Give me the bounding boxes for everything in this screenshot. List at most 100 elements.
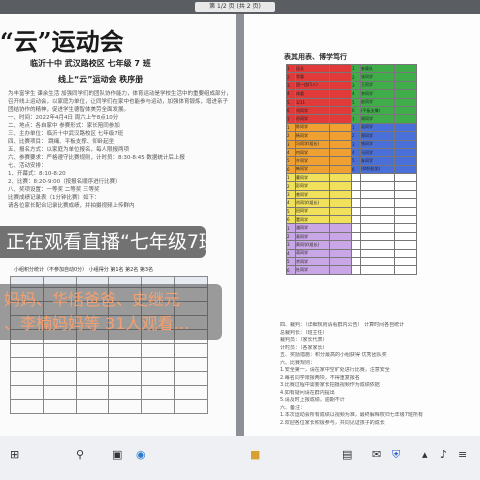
taskview-icon[interactable]: ▣ [112, 448, 122, 461]
grid-cell [329, 248, 352, 259]
grid-cell [329, 198, 352, 208]
grid-cell: 2 [351, 72, 361, 82]
grid-cell [351, 231, 361, 242]
grid-row: 4 何同学 4 马同学 [286, 147, 417, 158]
grid-cell [394, 215, 417, 225]
grid-cell: 4 [351, 89, 361, 99]
store-icon[interactable]: ▤ [342, 448, 352, 461]
grid-cell [394, 198, 417, 208]
grid-cell [394, 248, 417, 259]
grid-cell [351, 206, 361, 217]
grid-row: 2 杨同学 2 郑同学 [286, 131, 417, 141]
grid-cell [329, 265, 352, 275]
grid-cell [329, 131, 352, 141]
grid-cell: 3 [286, 80, 296, 91]
document-page-right: 表其用表、博学笃行 1 班长 1 参赛队 2 学委 2 张同学 3 团一组(5人) 3 王同学 4 体委 4… [244, 14, 480, 436]
edge-icon[interactable]: ◉ [136, 448, 146, 461]
grid-cell [351, 223, 361, 233]
grid-cell [394, 181, 417, 191]
grid-cell: 许同学 [295, 156, 330, 166]
windows-icon[interactable]: ⊞ [10, 448, 19, 461]
grid-cell: 马同学 [360, 147, 395, 158]
grid-row: 6 韩同学 6 (仰卧起坐) [286, 164, 417, 175]
grid-cell [329, 89, 352, 99]
grid-cell: 冯同学(组长) [295, 139, 330, 149]
folder-icon[interactable]: ■ [250, 448, 260, 461]
grid-cell [351, 198, 361, 208]
search-icon[interactable]: ⚲ [76, 448, 84, 461]
grid-cell [351, 265, 361, 275]
grid-cell: 刘同学 [295, 105, 330, 116]
grid-cell [351, 240, 361, 250]
grid-cell [394, 105, 417, 116]
participant-grid: 1 班长 1 参赛队 2 学委 2 张同学 3 团一组(5人) 3 王同学 4 体委 4 李同学 5 3/11 5 赵… [286, 63, 417, 275]
grid-cell: 6 [351, 105, 361, 116]
grid-cell [329, 189, 352, 200]
grid-cell: 曹同学 [295, 173, 330, 183]
grid-cell: 4 [286, 198, 296, 208]
grid-cell [351, 215, 361, 225]
grid-row: 5 余同学 [286, 256, 417, 267]
grid-cell: 王同学 [360, 80, 395, 91]
paragraph-line: 1、开幕式：8:10-8:20 [8, 171, 66, 177]
grid-cell [394, 164, 417, 175]
grid-cell: 彭同学 [295, 181, 330, 191]
grid-cell [360, 181, 395, 191]
grid-row: 6 杜同学 [286, 265, 417, 275]
grid-cell: 体委 [295, 89, 330, 99]
grid-cell [329, 139, 352, 149]
grid-cell [394, 147, 417, 158]
body-paragraph: 为丰富学生 课余生活 加强同学们的团队协作能力，体育运动是学校生活中的重要组成部… [8, 90, 228, 210]
grid-cell: 赵同学 [360, 97, 395, 107]
grid-cell [329, 164, 352, 175]
grid-row: 1 潘同学 [286, 223, 417, 233]
rules-line: 4.如有疑问请在群内提出 [280, 389, 335, 396]
grid-cell [351, 173, 361, 183]
shield-icon[interactable]: ⛨ [392, 448, 400, 462]
grid-cell: 6 [286, 265, 296, 275]
volume-icon[interactable]: ♪ [440, 448, 447, 461]
paragraph-line: 团结协作的精神，促进学生德智体美劳全面发展。 [8, 107, 130, 113]
grid-row: 2 学委 2 张同学 [286, 72, 417, 82]
grid-cell [394, 114, 417, 124]
grid-cell [394, 97, 417, 107]
mail-icon[interactable]: ✉ [372, 448, 381, 461]
rules-line: 2.每名同学限报两项，不得重复报名 [280, 374, 360, 381]
grid-cell [360, 198, 395, 208]
grid-cell: 2 [286, 181, 296, 191]
grid-cell [329, 223, 352, 233]
grid-cell [360, 223, 395, 233]
grid-cell: (仰卧起坐) [360, 164, 395, 175]
paragraph-line: 请各位家长配合记录比赛成绩，并拍摄视频上传群内 [8, 203, 135, 209]
viewer-list: 妈妈、华恬爸爸、史继元 、李楠妈妈等 31人观看… [0, 284, 222, 340]
grid-cell: 5 [286, 97, 296, 107]
rules-line: 5.请及时上报成绩，逾期不计 [280, 397, 345, 403]
grid-cell: 曾同学 [295, 189, 330, 200]
grid-cell [351, 248, 361, 259]
grid-cell [329, 114, 352, 124]
grid-cell: 吴同学 [360, 122, 395, 133]
grid-cell [394, 139, 417, 149]
paragraph-line: 四、比赛项目： 跳绳、平板支撑、仰卧起坐 [8, 139, 115, 145]
grid-cell [329, 231, 352, 242]
grid-cell [329, 80, 352, 91]
paragraph-line: 为丰富学生 课余生活 加强同学们的团队协作能力，体育运动是学校生活中的重要组成部… [8, 91, 228, 97]
grid-cell: 5 [351, 97, 361, 107]
grid-cell [394, 189, 417, 200]
grid-cell [394, 63, 417, 74]
grid-row: 6 刘同学 6 (平板支撑) [286, 105, 417, 116]
grid-row: 1 曹同学 [286, 173, 417, 183]
grid-cell [394, 89, 417, 99]
grid-cell [394, 173, 417, 183]
grid-cell [329, 122, 352, 133]
grid-cell: 杜同学 [295, 265, 330, 275]
grid-cell: 韩同学 [295, 164, 330, 175]
grid-cell: 3 [351, 80, 361, 91]
page-indicator[interactable]: 第 1/2 页 (共 2 页) [195, 2, 275, 12]
grid-cell [329, 215, 352, 225]
grid-cell [360, 189, 395, 200]
grid-cell: 6 [351, 164, 361, 175]
tray-icon[interactable]: ▴ [422, 448, 428, 461]
network-icon[interactable]: ≡ [458, 448, 467, 461]
grid-row: 1 班长 1 参赛队 [286, 63, 417, 74]
